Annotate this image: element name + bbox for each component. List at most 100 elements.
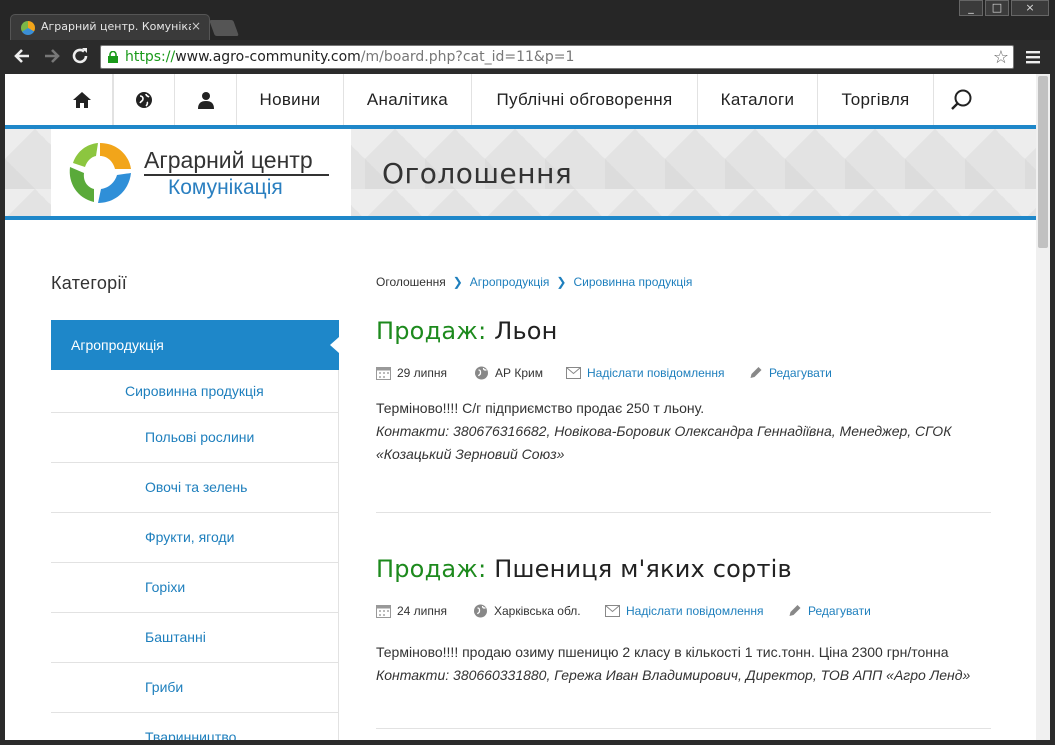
- globe-icon: [475, 366, 488, 380]
- region-text: АР Крим: [495, 366, 543, 380]
- listing-date: 29 липня: [376, 366, 447, 380]
- listing-name: Льон: [486, 317, 558, 345]
- listing-text: Терміново!!!! С/г підприємство продає 25…: [376, 400, 705, 416]
- listing-divider: [376, 728, 991, 729]
- sidebar-item-livestock[interactable]: Тваринництво: [51, 713, 339, 740]
- send-message-link[interactable]: Надіслати повідомлення: [566, 366, 725, 380]
- tab-bar: Аграрний центр. Комунікаці × _ □ ×: [0, 0, 1055, 40]
- nav-home[interactable]: [51, 74, 113, 125]
- breadcrumb-agroproducts[interactable]: Агропродукція: [470, 275, 550, 289]
- listing-name: Пшениця м'яких сортів: [486, 555, 792, 583]
- window-controls: _ □ ×: [959, 0, 1049, 16]
- sidebar-item-vegetables[interactable]: Овочі та зелень: [51, 463, 339, 513]
- edit-text: Редагувати: [769, 366, 832, 380]
- sidebar-item-raw-products[interactable]: Сировинна продукція: [51, 370, 339, 413]
- maximize-button[interactable]: □: [985, 0, 1009, 16]
- listing-region: АР Крим: [474, 366, 543, 380]
- listing-divider: [376, 512, 991, 513]
- nav-item-news[interactable]: Новини: [237, 74, 344, 125]
- send-message-text: Надіслати повідомлення: [626, 604, 764, 618]
- nav-item-catalogs[interactable]: Каталоги: [698, 74, 818, 125]
- url-scheme: https://: [125, 49, 176, 65]
- home-icon: [72, 91, 91, 108]
- reload-icon: [72, 48, 88, 64]
- pencil-icon: [789, 605, 801, 616]
- listing-title[interactable]: Продаж: Пшениця м'яких сортів: [376, 555, 991, 583]
- sidebar-title: Категорії: [51, 273, 128, 293]
- edit-link[interactable]: Редагувати: [748, 366, 832, 380]
- nav-item-analytics[interactable]: Аналітика: [344, 74, 472, 125]
- listing-title[interactable]: Продаж: Льон: [376, 317, 991, 345]
- send-message-text: Надіслати повідомлення: [587, 366, 725, 380]
- bookmark-star-icon[interactable]: ☆: [993, 47, 1009, 68]
- site-logo[interactable]: Аграрний центр Комунікація: [51, 129, 351, 216]
- minimize-button[interactable]: _: [959, 0, 983, 16]
- listing-type: Продаж:: [376, 317, 487, 345]
- breadcrumb: Оголошення ❯ Агропродукція ❯ Сировинна проду…: [376, 275, 692, 289]
- new-tab-button[interactable]: [209, 20, 239, 36]
- back-button[interactable]: [10, 46, 34, 68]
- favicon-icon: [21, 21, 35, 35]
- nav-search[interactable]: [934, 74, 990, 125]
- page-scrollbar[interactable]: [1036, 74, 1050, 740]
- sidebar-item-melons[interactable]: Баштанні: [51, 613, 339, 663]
- menu-icon[interactable]: [1024, 48, 1042, 66]
- url-text: https://www.agro-community.com/m/board.p…: [125, 49, 574, 65]
- back-arrow-icon: [14, 49, 29, 63]
- url-path: /m/board.php?cat_id=11&p=1: [360, 49, 575, 65]
- user-icon: [197, 91, 214, 109]
- listing-region: Харківська обл.: [473, 604, 581, 618]
- nav-globe[interactable]: [113, 74, 175, 125]
- sidebar-item-agroproducts[interactable]: Агропродукція: [51, 320, 339, 370]
- envelope-icon: [605, 605, 620, 617]
- edit-link[interactable]: Редагувати: [787, 604, 871, 618]
- listing-body: Терміново!!!! продаю озиму пшеницю 2 кла…: [376, 641, 976, 687]
- sidebar-item-mushrooms[interactable]: Гриби: [51, 663, 339, 713]
- logo-subtitle: Комунікація: [168, 176, 283, 199]
- globe-icon: [136, 91, 152, 108]
- listing-type: Продаж:: [376, 555, 487, 583]
- page-viewport: Новини Аналітика Публічні обговорення Ка…: [5, 74, 1036, 740]
- category-list: Агропродукція Сировинна продукція Польов…: [51, 320, 339, 740]
- date-text: 24 липня: [397, 604, 448, 618]
- calendar-icon: [376, 605, 391, 618]
- tab-title: Аграрний центр. Комунікаці: [41, 20, 191, 33]
- breadcrumb-root[interactable]: Оголошення: [376, 275, 446, 289]
- breadcrumb-raw-products[interactable]: Сировинна продукція: [573, 275, 692, 289]
- forward-button[interactable]: [40, 46, 64, 68]
- listing-text: Терміново!!!! продаю озиму пшеницю 2 кла…: [376, 644, 949, 660]
- nav-item-public-discussions[interactable]: Публічні обговорення: [472, 74, 698, 125]
- browser-window: Аграрний центр. Комунікаці × _ □ × https…: [0, 0, 1055, 745]
- nav-user[interactable]: [175, 74, 237, 125]
- page-banner: Аграрний центр Комунікація Оголошення: [5, 129, 1036, 216]
- globe-icon: [474, 604, 487, 618]
- calendar-icon: [376, 367, 391, 380]
- sidebar-item-fruits[interactable]: Фрукти, ягоди: [51, 513, 339, 563]
- edit-text: Редагувати: [808, 604, 871, 618]
- chevron-right-icon: ❯: [452, 275, 463, 289]
- listing-date: 24 липня: [376, 604, 447, 618]
- listing-contacts: Контакти: 380676316682, Новікова-Боровик…: [376, 423, 952, 462]
- listing-body: Терміново!!!! С/г підприємство продає 25…: [376, 397, 976, 466]
- browser-toolbar: https://www.agro-community.com/m/board.p…: [0, 40, 1055, 74]
- lock-icon: [108, 51, 118, 63]
- reload-button[interactable]: [68, 46, 92, 68]
- sidebar-item-nuts[interactable]: Горіхи: [51, 563, 339, 613]
- date-text: 29 липня: [397, 366, 448, 380]
- address-bar[interactable]: https://www.agro-community.com/m/board.p…: [100, 45, 1014, 69]
- forward-arrow-icon: [45, 49, 60, 63]
- nav-item-trade[interactable]: Торгівля: [818, 74, 934, 125]
- region-text: Харківська обл.: [494, 604, 581, 618]
- tab-close-icon[interactable]: ×: [191, 19, 201, 33]
- chevron-right-icon: ❯: [556, 275, 567, 289]
- envelope-icon: [566, 367, 581, 379]
- sidebar-item-field-crops[interactable]: Польові рослини: [51, 413, 339, 463]
- browser-tab[interactable]: Аграрний центр. Комунікаці ×: [10, 14, 210, 40]
- scrollbar-thumb[interactable]: [1038, 76, 1048, 248]
- search-icon: [951, 89, 972, 110]
- site-nav: Новини Аналітика Публічні обговорення Ка…: [51, 74, 1031, 125]
- close-window-button[interactable]: ×: [1011, 0, 1049, 16]
- send-message-link[interactable]: Надіслати повідомлення: [605, 604, 764, 618]
- url-host: www.agro-community.com: [175, 49, 361, 65]
- logo-mark-icon: [69, 143, 131, 203]
